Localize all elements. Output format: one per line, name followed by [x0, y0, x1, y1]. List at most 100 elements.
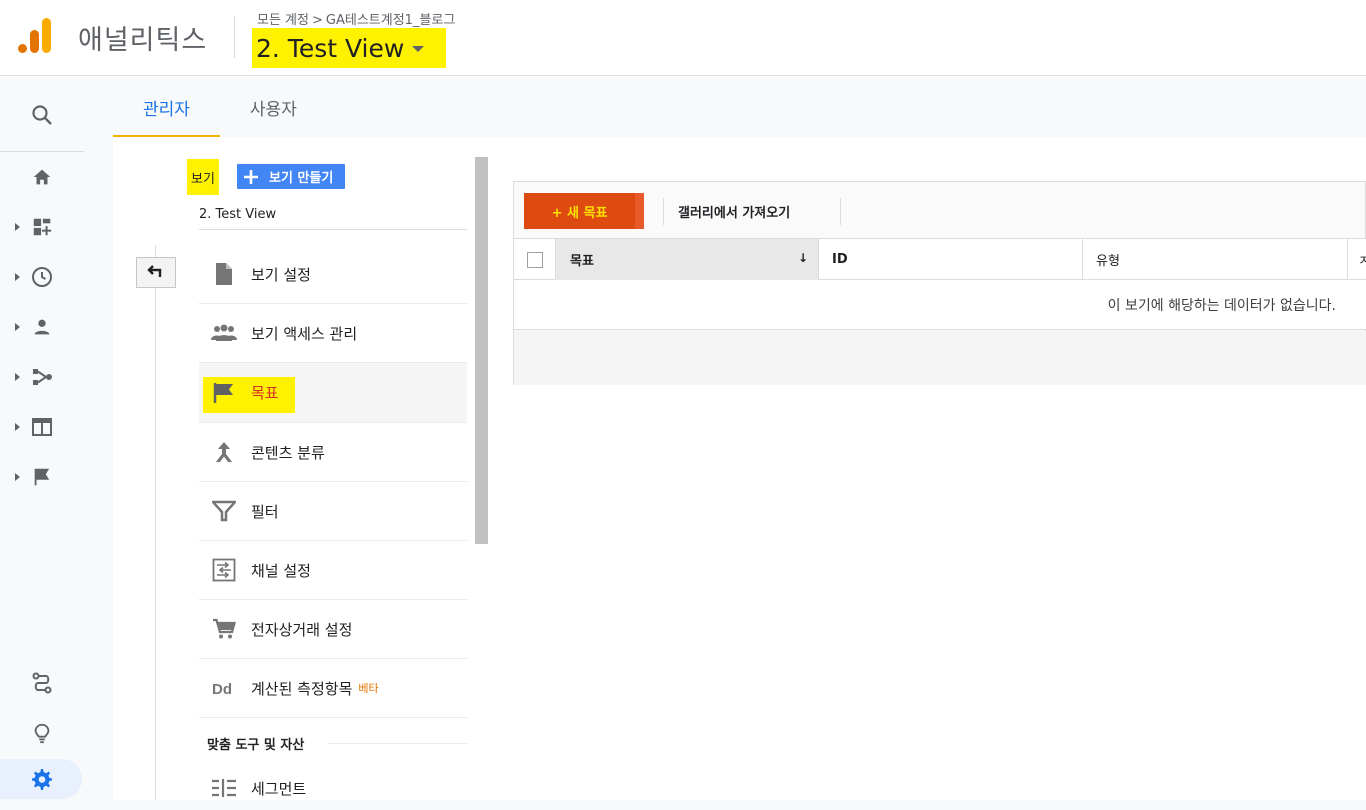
analytics-logo[interactable] — [18, 18, 52, 56]
expand-arrow-icon — [15, 373, 20, 381]
column-header-label: 목표 — [570, 254, 594, 269]
realtime-clock-icon — [32, 267, 52, 287]
menu-item-label: 계산된 측정항목 — [251, 679, 353, 698]
select-all-checkbox[interactable] — [526, 251, 543, 268]
header-divider — [234, 16, 235, 58]
search-button[interactable] — [0, 95, 84, 135]
import-from-gallery-button[interactable]: 갤러리에서 가져오기 — [678, 193, 790, 229]
menu-item-channel-settings[interactable]: 채널 설정 — [199, 541, 467, 600]
behavior-button[interactable] — [0, 407, 84, 447]
breadcrumb[interactable]: 모든 계정 > GA테스트계정1_블로그 — [257, 9, 455, 28]
plus-icon — [244, 169, 258, 184]
tab-admin[interactable]: 관리자 — [113, 77, 220, 137]
cart-icon — [199, 609, 249, 649]
main-area: 관리자 사용자 보기 보기 만들기 2. Test View 보기 설정 보기 … — [84, 77, 1366, 810]
home-icon — [33, 169, 51, 185]
acquisition-icon — [33, 369, 52, 385]
section-header-custom-tools: 맞춤 도구 및 자산 — [199, 718, 467, 768]
expand-arrow-icon — [15, 473, 20, 481]
menu-item-label: 목표 — [251, 384, 279, 402]
column-header-goal[interactable]: 목표 ↓ — [556, 239, 819, 280]
menu-item-ecommerce-settings[interactable]: 전자상거래 설정 — [199, 600, 467, 659]
segments-icon — [199, 768, 249, 808]
menu-item-content-grouping[interactable]: 콘텐츠 분류 — [199, 423, 467, 482]
column-connector-line — [155, 245, 156, 800]
top-header: 애널리틱스 모든 계정 > GA테스트계정1_블로그 2. Test View — [0, 0, 1366, 76]
menu-item-label: 콘텐츠 분류 — [251, 443, 325, 462]
audience-person-icon — [34, 319, 50, 335]
breadcrumb-account[interactable]: GA테스트계정1_블로그 — [326, 13, 455, 28]
goals-table-header: 목표 ↓ ID 유형 ㅈ — [514, 238, 1366, 280]
back-button[interactable] — [136, 257, 176, 288]
logo-bar-mid — [30, 30, 39, 53]
menu-item-goals[interactable]: 목표 — [199, 363, 467, 423]
people-icon — [199, 313, 249, 353]
menu-item-label: 채널 설정 — [251, 561, 311, 580]
create-view-label: 보기 만들기 — [269, 171, 334, 186]
view-picker-label: 2. Test View — [256, 33, 405, 63]
admin-button[interactable] — [0, 759, 82, 799]
left-nav-rail — [0, 77, 84, 810]
dd-icon: Dd — [199, 668, 249, 708]
expand-arrow-icon — [15, 423, 20, 431]
admin-gear-icon — [32, 769, 52, 790]
create-view-button[interactable]: 보기 만들기 — [237, 164, 346, 189]
menu-item-label: 보기 설정 — [251, 265, 311, 284]
audience-button[interactable] — [0, 307, 84, 347]
goals-toolbar: + 새 목표 갤러리에서 가져오기 — [514, 182, 1366, 238]
new-goal-button[interactable]: + 새 목표 — [524, 193, 644, 229]
caret-down-icon — [412, 46, 425, 52]
search-icon — [32, 105, 52, 125]
current-view-name[interactable]: 2. Test View — [199, 207, 276, 222]
expand-arrow-icon — [15, 223, 20, 231]
sort-arrow-icon: ↓ — [797, 251, 808, 265]
toolbar-divider — [663, 198, 664, 225]
menu-item-segments[interactable]: 세그먼트 — [199, 768, 467, 808]
select-all-cell — [514, 239, 556, 280]
column-header-id[interactable]: ID — [819, 239, 1083, 280]
customization-button[interactable] — [0, 207, 84, 247]
menu-item-filters[interactable]: 필터 — [199, 482, 467, 541]
column-header-type[interactable]: 유형 — [1083, 239, 1348, 280]
view-menu: 보기 설정 보기 액세스 관리 목표 콘텐츠 분류 필터 채널 설정 전자상거래… — [199, 245, 467, 808]
menu-item-view-access[interactable]: 보기 액세스 관리 — [199, 304, 467, 363]
breadcrumb-all-accounts[interactable]: 모든 계정 — [257, 13, 309, 28]
discover-lightbulb-icon — [34, 723, 50, 744]
filter-icon — [199, 491, 249, 531]
menu-item-label: 전자상거래 설정 — [251, 620, 353, 639]
table-footer — [514, 331, 1366, 385]
customization-icon — [33, 218, 52, 236]
menu-item-view-settings[interactable]: 보기 설정 — [199, 245, 467, 304]
attribution-button[interactable] — [0, 663, 84, 703]
menu-item-calculated-metrics[interactable]: Dd 계산된 측정항목 베타 — [199, 659, 467, 718]
empty-table-message: 이 보기에 해당하는 데이터가 없습니다. — [514, 280, 1366, 330]
view-picker[interactable]: 2. Test View — [252, 28, 447, 68]
acquisition-button[interactable] — [0, 357, 84, 397]
section-header-line — [328, 743, 467, 744]
toolbar-divider — [840, 198, 841, 225]
column-scrollbar[interactable] — [475, 157, 488, 544]
conversions-button[interactable] — [0, 457, 84, 497]
expand-arrow-icon — [15, 323, 20, 331]
home-button[interactable] — [0, 157, 84, 197]
expand-arrow-icon — [15, 273, 20, 281]
breadcrumb-separator: > — [311, 13, 323, 28]
merge-icon — [199, 432, 249, 472]
logo-dot — [18, 44, 27, 53]
goals-panel: + 새 목표 갤러리에서 가져오기 목표 ↓ ID 유형 ㅈ 이 보기에 해당하… — [513, 181, 1366, 385]
menu-item-label: 세그먼트 — [251, 779, 307, 798]
view-column-label: 보기 — [187, 159, 219, 195]
menu-item-label: 필터 — [251, 502, 279, 521]
view-column: 보기 보기 만들기 2. Test View 보기 설정 보기 액세스 관리 목… — [113, 137, 488, 800]
admin-tabs: 관리자 사용자 — [113, 77, 327, 137]
menu-item-label: 보기 액세스 관리 — [251, 324, 358, 343]
tab-user[interactable]: 사용자 — [220, 77, 327, 137]
svg-text:Dd: Dd — [212, 681, 232, 697]
beta-badge: 베타 — [358, 682, 379, 695]
flag-icon — [199, 373, 249, 413]
back-arrow-icon — [147, 264, 162, 277]
logo-bar-tall — [42, 18, 51, 53]
discover-button[interactable] — [0, 713, 84, 753]
realtime-button[interactable] — [0, 257, 84, 297]
column-header-truncated[interactable]: ㅈ — [1348, 239, 1366, 280]
